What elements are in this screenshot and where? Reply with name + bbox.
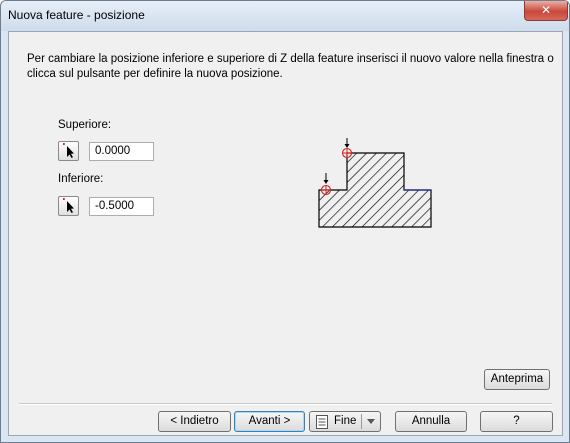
cursor-pick-icon bbox=[63, 198, 74, 213]
feature-position-diagram bbox=[318, 138, 432, 228]
fine-label: Fine bbox=[334, 415, 357, 427]
chevron-down-icon[interactable] bbox=[367, 419, 375, 424]
inferiore-field[interactable]: -0.5000 bbox=[89, 197, 154, 216]
document-icon bbox=[316, 415, 328, 429]
button-separator bbox=[19, 403, 552, 405]
superiore-label: Superiore: bbox=[58, 119, 112, 131]
superiore-marker-icon bbox=[341, 138, 353, 159]
dialog-body: Per cambiare la posizione inferiore e su… bbox=[8, 31, 563, 436]
window-title: Nuova feature - posizione bbox=[8, 8, 145, 22]
anteprima-button[interactable]: Anteprima bbox=[484, 369, 550, 390]
split-divider bbox=[361, 414, 362, 429]
dialog-window: Nuova feature - posizione ✕ Per cambiare… bbox=[0, 0, 570, 443]
pick-inferiore-button[interactable] bbox=[58, 196, 79, 216]
help-button[interactable]: ? bbox=[480, 411, 553, 432]
inferiore-label: Inferiore: bbox=[58, 173, 104, 185]
avanti-button[interactable]: Avanti > bbox=[234, 411, 305, 432]
title-bar: Nuova feature - posizione ✕ bbox=[1, 1, 569, 31]
pick-superiore-button[interactable] bbox=[58, 141, 79, 161]
annulla-button[interactable]: Annulla bbox=[395, 411, 467, 432]
indietro-button[interactable]: < Indietro bbox=[158, 411, 231, 432]
cursor-pick-icon bbox=[63, 143, 74, 158]
fine-split-button[interactable]: Fine bbox=[309, 411, 381, 432]
close-button[interactable]: ✕ bbox=[524, 1, 568, 21]
instructions-text: Per cambiare la posizione inferiore e su… bbox=[27, 53, 554, 80]
superiore-field[interactable]: 0.0000 bbox=[89, 142, 154, 161]
